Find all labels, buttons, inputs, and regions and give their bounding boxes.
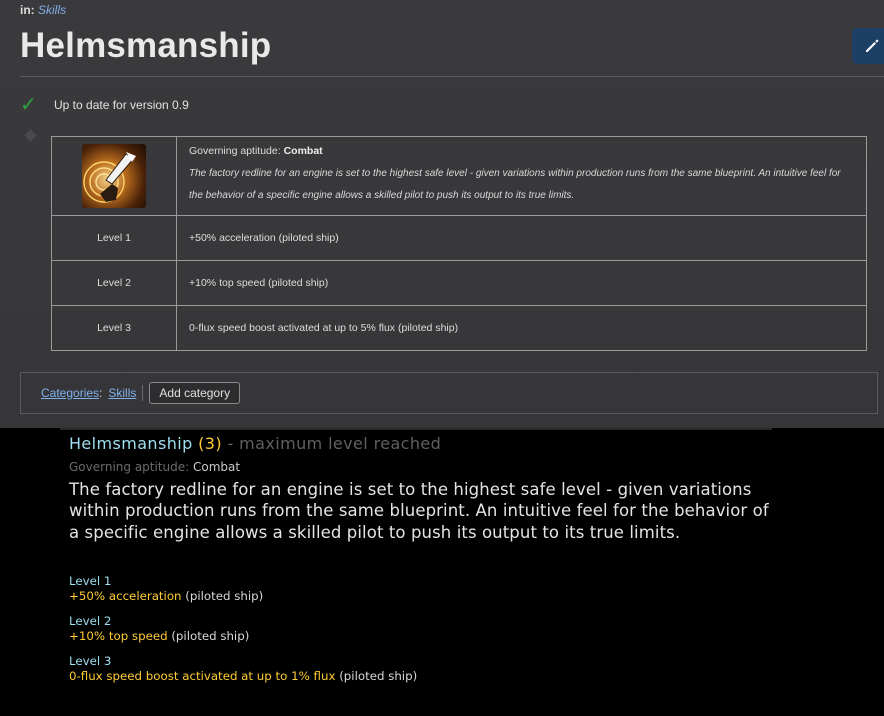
category-link-skills[interactable]: Skills (108, 386, 136, 400)
tooltip-max-level: - maximum level reached (222, 434, 442, 453)
tooltip-level-title: Level 3 (69, 654, 112, 668)
tooltip-level-block: Level 1 +50% acceleration (piloted ship) (69, 574, 263, 604)
tooltip-level-title: Level 2 (69, 614, 112, 628)
table-row: Level 3 0-flux speed boost activated at … (51, 305, 867, 351)
page-title: Helmsmanship (20, 26, 272, 65)
skill-description: The factory redline for an engine is set… (189, 168, 841, 201)
level-effect: +50% acceleration (piloted ship) (176, 215, 867, 261)
tooltip-description: The factory redline for an engine is set… (69, 480, 769, 542)
tooltip-level-title: Level 1 (69, 574, 112, 588)
skill-table: Governing aptitude: Combat The factory r… (51, 136, 867, 351)
governing-aptitude-label: Governing aptitude: (189, 145, 281, 157)
level-effect: +10% top speed (piloted ship) (176, 260, 867, 306)
tooltip-governing-value: Combat (193, 460, 241, 474)
tooltip-level-rest: (piloted ship) (167, 629, 250, 643)
tooltip-governing-label: Governing aptitude: (69, 460, 190, 474)
add-category-button[interactable]: Add category (149, 382, 241, 404)
version-status-text: Up to date for version 0.9 (54, 97, 189, 112)
game-skill-tooltip: Helmsmanship (3) - maximum level reached… (0, 428, 884, 716)
wiki-page: in: Skills Helmsmanship ✓ Up to date for… (0, 0, 884, 428)
checkmark-icon: ✓ (20, 94, 37, 116)
tooltip-title: Helmsmanship (3) - maximum level reached (69, 434, 441, 453)
tooltip-level-rest: (piloted ship) (335, 669, 418, 683)
governing-aptitude-value: Combat (283, 145, 323, 157)
breadcrumb: in: Skills (20, 3, 66, 17)
level-label: Level 1 (51, 215, 177, 261)
table-row: Governing aptitude: Combat The factory r… (51, 136, 867, 216)
helmsmanship-skill-icon (82, 144, 146, 208)
categories-link[interactable]: Categories (41, 386, 99, 400)
pencil-icon (866, 39, 879, 52)
tooltip-level-highlight: +50% acceleration (69, 589, 182, 603)
categories-colon: : (99, 386, 103, 400)
tooltip-governing-aptitude: Governing aptitude: Combat (69, 460, 240, 474)
tooltip-level-block: Level 2 +10% top speed (piloted ship) (69, 614, 249, 644)
tooltip-level-rest: (piloted ship) (181, 589, 264, 603)
governing-aptitude: Governing aptitude: Combat (189, 145, 866, 157)
version-status: ✓ Up to date for version 0.9 (20, 92, 189, 117)
categories-bar: Categories : Skills Add category (20, 372, 878, 414)
diamond-icon (24, 129, 37, 142)
table-row: Level 1 +50% acceleration (piloted ship) (51, 215, 867, 261)
tooltip-top-border (60, 428, 772, 430)
level-label: Level 3 (51, 305, 177, 351)
table-row: Level 2 +10% top speed (piloted ship) (51, 260, 867, 306)
tooltip-level-highlight: +10% top speed (69, 629, 168, 643)
tooltip-level-highlight: 0-flux speed boost activated at up to 1%… (69, 669, 336, 683)
level-label: Level 2 (51, 260, 177, 306)
breadcrumb-link-skills[interactable]: Skills (38, 3, 66, 17)
level-effect: 0-flux speed boost activated at up to 5%… (176, 305, 867, 351)
category-separator (142, 385, 144, 401)
title-divider (20, 76, 884, 77)
tooltip-skill-level: (3) (198, 434, 223, 453)
skill-description-cell: Governing aptitude: Combat The factory r… (176, 136, 867, 216)
skill-icon-cell (51, 136, 177, 216)
tooltip-level-block: Level 3 0-flux speed boost activated at … (69, 654, 417, 684)
tooltip-skill-name: Helmsmanship (69, 434, 193, 453)
edit-button[interactable] (852, 28, 884, 64)
breadcrumb-prefix: in: (20, 3, 35, 17)
